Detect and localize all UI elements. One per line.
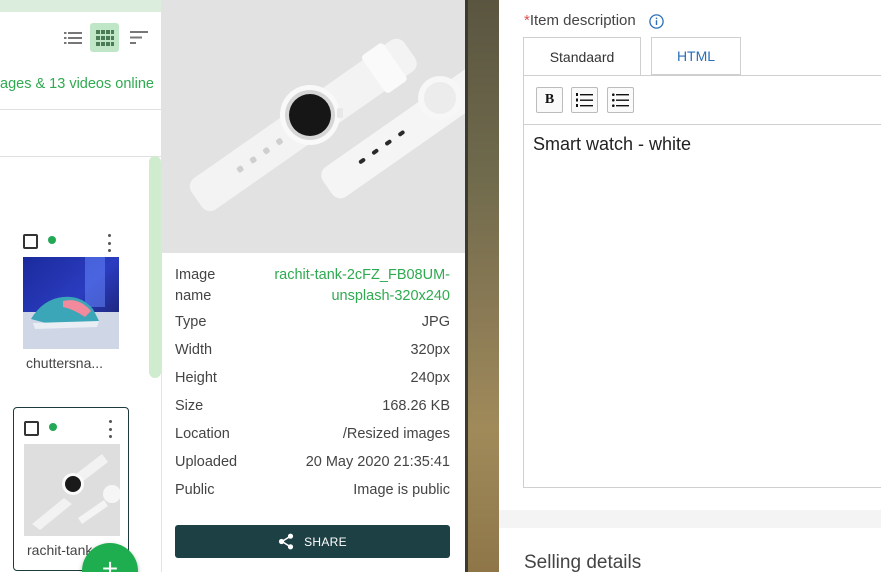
meta-key: Width xyxy=(175,342,213,358)
thumbnail-image xyxy=(23,257,119,349)
meta-value: 240px xyxy=(410,370,450,386)
image-preview xyxy=(162,0,465,253)
ordered-list-button[interactable] xyxy=(571,87,598,113)
grid-icon xyxy=(95,29,114,46)
meta-key: Location xyxy=(175,426,230,442)
scrollbar[interactable] xyxy=(149,156,161,378)
thumbnail-image xyxy=(24,444,120,536)
meta-row-width: Width 320px xyxy=(175,342,450,358)
section-title: Selling details xyxy=(524,552,642,572)
meta-key: Size xyxy=(175,398,204,414)
info-icon[interactable] xyxy=(649,14,664,29)
unordered-list-button[interactable] xyxy=(607,87,634,113)
more-options-icon[interactable] xyxy=(102,420,118,438)
item-form: *Item description Standaard HTML B Smart… xyxy=(499,0,881,572)
meta-key: Image xyxy=(175,267,216,283)
select-checkbox[interactable] xyxy=(24,421,39,436)
tab-standaard[interactable]: Standaard xyxy=(523,37,641,75)
divider xyxy=(0,109,161,110)
meta-key: Uploaded xyxy=(175,454,238,470)
description-card: *Item description Standaard HTML B Smart… xyxy=(499,0,881,510)
meta-key: Type xyxy=(175,314,207,330)
select-checkbox[interactable] xyxy=(23,234,38,249)
tab-html[interactable]: HTML xyxy=(651,37,741,75)
editor-toolbar: B xyxy=(524,76,881,125)
image-name-link[interactable]: unsplash-320x240 xyxy=(331,288,450,304)
meta-row-location: Location /Resized images xyxy=(175,426,450,442)
divider xyxy=(0,156,161,157)
meta-value: JPG xyxy=(421,314,450,330)
plus-icon: + xyxy=(101,553,119,572)
bold-button[interactable]: B xyxy=(536,87,563,113)
share-icon xyxy=(278,533,294,550)
image-details-panel: Image name rachit-tank-2cFZ_FB08UM-unspla… xyxy=(162,0,465,572)
share-button[interactable]: SHARE xyxy=(175,525,450,558)
meta-value: Image is public xyxy=(353,482,450,498)
media-card-chuttersnap[interactable]: chuttersna... xyxy=(13,222,129,386)
more-options-icon[interactable] xyxy=(101,234,117,252)
meta-value: /Resized images xyxy=(342,426,450,442)
meta-row-type: Type JPG xyxy=(175,314,450,330)
meta-value: 20 May 2020 21:35:41 xyxy=(305,454,450,470)
ordered-list-icon xyxy=(576,93,593,107)
meta-value: 320px xyxy=(410,342,450,358)
status-dot xyxy=(49,423,57,431)
unordered-list-icon xyxy=(612,93,629,107)
tab-label: HTML xyxy=(676,48,716,64)
sort-button[interactable] xyxy=(124,23,153,52)
meta-key: Height xyxy=(175,370,217,386)
media-label: chuttersna... xyxy=(26,355,104,371)
selling-details-card: Selling details xyxy=(499,528,881,572)
tab-label: Standaard xyxy=(549,48,615,65)
meta-key: name xyxy=(175,288,212,304)
meta-row-height: Height 240px xyxy=(175,370,450,386)
grid-view-button[interactable] xyxy=(90,23,119,52)
meta-row-image-name: Image name rachit-tank-2cFZ_FB08UM-unspla… xyxy=(175,265,450,307)
media-library-panel: ages & 13 videos online chuttersna... ra… xyxy=(0,0,162,572)
label-text: Item description xyxy=(529,12,636,29)
image-name-link[interactable]: rachit-tank-2cFZ_FB08UM- xyxy=(274,267,450,283)
item-description-label: *Item description xyxy=(524,12,636,29)
list-icon xyxy=(63,31,82,44)
meta-row-uploaded: Uploaded 20 May 2020 21:35:41 xyxy=(175,454,450,470)
bold-icon: B xyxy=(544,92,555,107)
status-dot xyxy=(48,236,56,244)
header-band xyxy=(0,0,161,12)
meta-row-public: Public Image is public xyxy=(175,482,450,498)
rich-text-editor[interactable]: B Smart watch - white xyxy=(523,75,881,488)
meta-key: Public xyxy=(175,482,215,498)
library-count-text: ages & 13 videos online xyxy=(0,76,154,92)
editor-content[interactable]: Smart watch - white xyxy=(533,134,691,155)
share-label: SHARE xyxy=(304,534,347,549)
background-strip xyxy=(465,0,499,572)
list-view-button[interactable] xyxy=(58,23,87,52)
meta-row-size: Size 168.26 KB xyxy=(175,398,450,414)
meta-value: 168.26 KB xyxy=(382,398,450,414)
sort-icon xyxy=(129,31,148,44)
